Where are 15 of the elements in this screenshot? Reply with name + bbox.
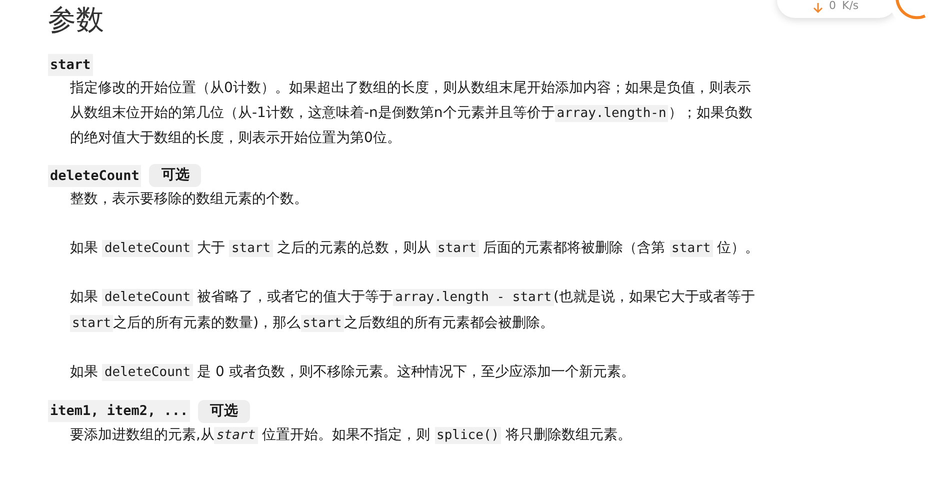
parameter-name: deleteCount [48,164,142,188]
optional-tag: 可选 [149,164,202,188]
parameter-name: item1, item2, ... [48,400,190,422]
optional-tag: 可选 [198,400,250,422]
speed-unit: K/s [842,0,859,14]
parameter-name: start [48,54,93,76]
download-icon [813,2,823,14]
parameter-description: 如果 deleteCount 是 0 或者负数，则不移除元素。这种情况下，至少应添加一个新元素。 [70,363,636,384]
section-heading: 参数 [48,2,104,38]
parameter-description: 如果 deleteCount 被省略了，或者它的值大于等于 array.length - start(也就是说，如果它大于或者等于 start 之后的所有元素的数量)，那么 start 之后数组的所有元素都会被删除。 [70,288,756,334]
parameter-description: 指定修改的开始位置（从0计数）。如果超出了数组的长度，则从数组末尾开始添加内容；如果是负值，则表示从数组末位开始的第几位（从-1计数，这意味着-n是倒数第n个元素并且等价于 array.length-n）；如果负数的绝对值大于数组的长度，则表示开始位置为第0位。 [70,79,754,148]
parameter-description: 如果 deleteCount 大于 start 之后的元素的总数，则从 start 后面的元素都将被删除（含第 start 位）。 [70,238,760,259]
parameter-description: 要添加进数组的元素,从 start 位置开始。如果不指定，则 splice() 将只删除数组元素。 [70,426,633,446]
speed-value: 0 [829,0,836,14]
parameter-description: 整数，表示要移除的数组元素的个数。 [70,190,309,210]
